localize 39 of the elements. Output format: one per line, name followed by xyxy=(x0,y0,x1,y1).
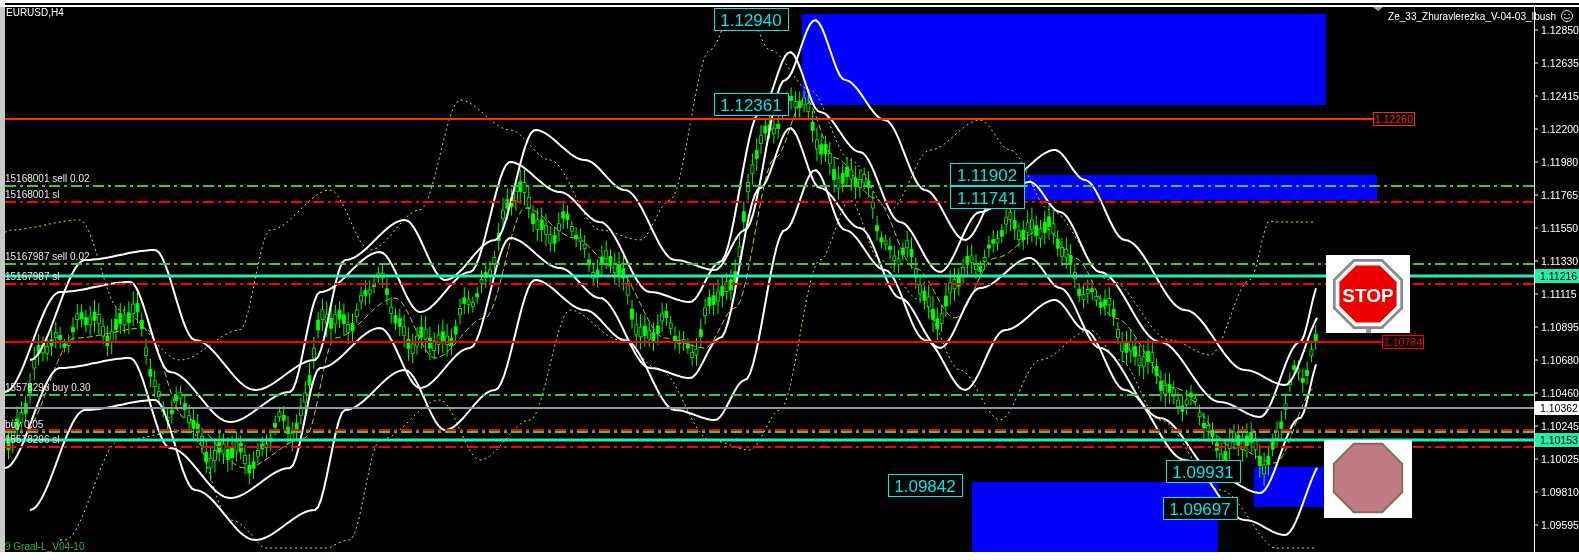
smiley-icon xyxy=(1561,10,1573,22)
stop-sign-drawing: STOP xyxy=(1326,255,1410,333)
axis-label: 1.10025 xyxy=(1541,453,1579,465)
axis-label: 1.12200 xyxy=(1541,123,1579,135)
price-label: 1.12361 xyxy=(714,93,789,116)
axis-label: 1.10460 xyxy=(1541,387,1579,399)
price-tag: 1.10362 xyxy=(1535,401,1579,415)
price-tag: 1.12260 xyxy=(1373,112,1415,126)
order-label: 15167987 sl xyxy=(5,271,60,282)
price-tag: 1.10153 xyxy=(1535,433,1579,447)
axis-label: 1.12850 xyxy=(1541,24,1579,36)
order-label: 15168001 sell 0.02 xyxy=(5,173,90,184)
axis-label: 1.12415 xyxy=(1541,90,1579,102)
price-label: 1.09697 xyxy=(1163,497,1238,520)
axis-label: 1.11980 xyxy=(1541,156,1579,168)
axis-label: 1.10895 xyxy=(1541,321,1579,333)
price-label: 1.11902 xyxy=(950,163,1025,186)
axis-label: 1.09595 xyxy=(1541,519,1579,531)
order-label: 15578296 sl xyxy=(5,434,60,445)
order-label: 15167987 sell 0.02 xyxy=(5,251,90,262)
zone-rectangle xyxy=(1254,467,1324,507)
axis-label: 1.10680 xyxy=(1541,354,1579,366)
chart-symbol-label: EURUSD,H4 xyxy=(6,7,64,18)
axis-label: 1.12635 xyxy=(1541,57,1579,69)
order-label: 15168001 sl xyxy=(5,189,60,200)
price-label: 1.09931 xyxy=(1166,460,1241,483)
axis-label: 1.11765 xyxy=(1541,189,1579,201)
indicator-label: 9 Graal-L_V04-10 xyxy=(5,541,85,552)
price-tag: 1.11216 xyxy=(1535,269,1579,283)
axis-label: 1.09810 xyxy=(1541,486,1579,498)
axis-label: 1.11330 xyxy=(1541,255,1579,267)
axis-label: 1.11115 xyxy=(1541,288,1577,300)
axis-label: 1.11550 xyxy=(1541,222,1579,234)
axis-label: 1.10245 xyxy=(1541,420,1579,432)
triangle-marker-icon xyxy=(1373,7,1383,11)
price-label: 1.09842 xyxy=(888,474,963,497)
price-label: 1.11741 xyxy=(950,186,1025,209)
price-tag: 1.10784 xyxy=(1382,335,1424,349)
price-label: 1.12940 xyxy=(714,8,789,31)
